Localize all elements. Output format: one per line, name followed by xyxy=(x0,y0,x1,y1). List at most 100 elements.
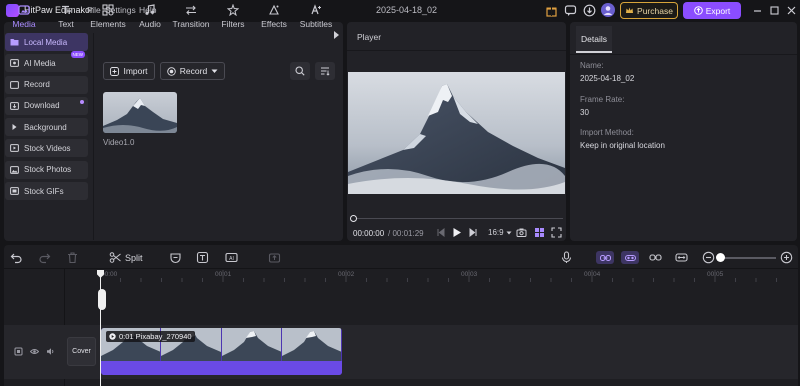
import-button[interactable]: Import xyxy=(103,62,155,80)
link-icon xyxy=(599,254,611,262)
new-badge: NEW xyxy=(70,51,85,59)
close-icon[interactable] xyxy=(785,4,798,17)
redo-icon[interactable] xyxy=(38,251,51,264)
category-record[interactable]: Record xyxy=(5,75,88,94)
frame-rate-value: 30 xyxy=(580,108,589,117)
split-icon[interactable] xyxy=(109,251,122,264)
tab-subtitles-label: Subtitles xyxy=(299,19,333,29)
undo-icon[interactable] xyxy=(10,251,23,264)
grid-icon[interactable] xyxy=(534,227,545,238)
link-clips-icon[interactable] xyxy=(649,251,662,264)
purchase-button[interactable]: Purchase xyxy=(620,2,678,19)
zoom-in-icon[interactable] xyxy=(780,251,793,264)
category-list: Local Media AI Media NEW Record Download… xyxy=(5,33,88,203)
zoom-out-icon[interactable] xyxy=(702,251,715,264)
export-button[interactable]: Export xyxy=(683,2,741,19)
snapshot-icon[interactable] xyxy=(516,227,527,238)
tab-transition[interactable]: Transition xyxy=(170,3,212,31)
category-local-media[interactable]: Local Media xyxy=(5,33,88,51)
playhead[interactable] xyxy=(100,270,101,386)
tab-filters[interactable]: Filters xyxy=(213,3,253,31)
category-stock-videos[interactable]: Stock Videos xyxy=(5,139,88,158)
tab-elements[interactable]: Elements xyxy=(87,3,129,31)
playback-scrubber[interactable] xyxy=(351,218,563,219)
zoom-slider[interactable] xyxy=(720,257,776,259)
chevron-down-icon xyxy=(506,231,512,235)
import-method-value: Keep in original location xyxy=(580,141,665,150)
category-stock-gifs[interactable]: Stock GIFs xyxy=(5,182,88,201)
tab-effects-label: Effects xyxy=(261,19,287,29)
category-stock-photos[interactable]: Stock Photos xyxy=(5,160,88,179)
category-background[interactable]: Background xyxy=(5,118,88,137)
aspect-ratio-select[interactable]: 16:9 xyxy=(488,228,512,237)
export-clip-icon[interactable] xyxy=(268,251,281,264)
category-ai-media[interactable]: AI Media NEW xyxy=(5,51,88,73)
snap-icon xyxy=(624,254,636,262)
zoom-slider-handle[interactable] xyxy=(716,253,725,262)
cover-button[interactable]: Cover xyxy=(67,337,96,366)
folder-icon xyxy=(10,38,19,46)
clip-label-text: 0:01 Pixabay_270940 xyxy=(119,332,192,341)
purchase-label: Purchase xyxy=(637,5,673,16)
maximize-icon[interactable] xyxy=(768,4,781,17)
clip-frame xyxy=(281,328,342,361)
gift-icon[interactable] xyxy=(545,4,558,17)
player-title: Player xyxy=(357,32,382,42)
track-mute-icon[interactable] xyxy=(46,347,55,356)
track-visibility-icon[interactable] xyxy=(30,347,39,356)
tabs-scroll-right-icon[interactable] xyxy=(333,31,339,39)
category-download[interactable]: Download xyxy=(5,96,88,115)
tab-audio[interactable]: Audio xyxy=(130,3,170,31)
video-clip[interactable]: 0:01 Pixabay_270940 xyxy=(101,328,342,375)
aspect-ratio-value: 16:9 xyxy=(488,228,504,237)
category-label: Download xyxy=(24,101,60,111)
microphone-icon[interactable] xyxy=(560,251,573,264)
panel-divider xyxy=(570,54,797,55)
fit-timeline-icon[interactable] xyxy=(675,251,688,264)
scrubber-handle[interactable] xyxy=(350,215,357,222)
search-button[interactable] xyxy=(290,62,310,80)
tab-subtitles[interactable]: Subtitles xyxy=(296,3,336,31)
tab-transition-label: Transition xyxy=(172,19,210,29)
transition-icon xyxy=(170,3,212,17)
record-button[interactable]: Record xyxy=(160,62,225,80)
timeline-ruler[interactable] xyxy=(100,270,796,282)
next-frame-icon[interactable] xyxy=(468,227,479,238)
ruler-tick-label: 00:05 xyxy=(707,271,724,278)
tab-text-label: Text xyxy=(58,19,74,29)
name-label: Name: xyxy=(580,61,604,70)
category-label: Stock GIFs xyxy=(24,186,64,196)
fullscreen-icon[interactable] xyxy=(551,227,562,238)
filters-icon xyxy=(213,3,253,17)
category-label: Stock Photos xyxy=(24,165,72,175)
sort-button[interactable] xyxy=(315,62,335,80)
mask-icon[interactable] xyxy=(169,251,182,264)
previous-frame-icon[interactable] xyxy=(435,227,446,238)
track-lock-icon[interactable] xyxy=(14,347,23,356)
playhead-handle[interactable] xyxy=(98,289,106,310)
avatar[interactable] xyxy=(601,3,615,17)
video-preview[interactable] xyxy=(348,72,565,194)
import-label: Import xyxy=(123,66,148,76)
tab-effects[interactable]: Effects xyxy=(254,3,294,31)
split-label[interactable]: Split xyxy=(125,253,143,263)
play-icon[interactable] xyxy=(451,227,462,238)
elements-icon xyxy=(87,3,129,17)
background-icon xyxy=(10,123,19,131)
media-thumbnail[interactable] xyxy=(103,92,177,133)
tab-text[interactable]: Text xyxy=(46,3,86,31)
ai-tool-icon[interactable]: AI xyxy=(225,251,238,264)
delete-icon[interactable] xyxy=(66,251,79,264)
text-box-icon[interactable] xyxy=(196,251,209,264)
timeline-toolbar-divider xyxy=(4,268,798,269)
ruler-tick-label: 00:03 xyxy=(461,271,478,278)
download-icon[interactable] xyxy=(583,4,596,17)
snap-toggle[interactable] xyxy=(621,251,639,264)
category-label: Record xyxy=(24,80,50,90)
message-icon[interactable] xyxy=(564,4,577,17)
tab-media[interactable]: Media xyxy=(4,3,44,31)
effects-icon xyxy=(254,3,294,17)
magnet-toggle[interactable] xyxy=(596,251,614,264)
minimize-icon[interactable] xyxy=(751,4,764,17)
tab-details[interactable]: Details xyxy=(576,26,612,53)
